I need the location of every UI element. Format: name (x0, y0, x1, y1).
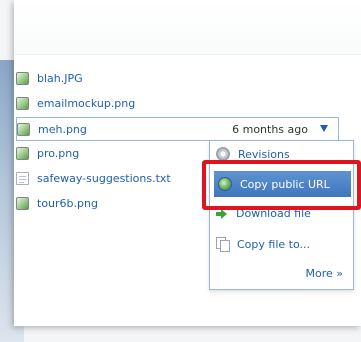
file-row-tour6b-png[interactable]: tour6b.png (16, 191, 171, 216)
menu-item-label: Download file (236, 207, 311, 220)
file-name: safeway-suggestions.txt (37, 172, 171, 185)
file-name: blah.JPG (37, 72, 83, 85)
image-file-icon (17, 122, 30, 136)
file-list: blah.JPG emailmockup.png pro.png safeway… (16, 66, 171, 216)
file-row-safeway-suggestions-txt[interactable]: safeway-suggestions.txt (16, 166, 171, 191)
download-arrow-icon (216, 208, 228, 220)
image-file-icon (16, 97, 29, 110)
menu-item-more[interactable]: More » (306, 267, 344, 280)
menu-item-copy-file-to[interactable]: Copy file to... (216, 237, 310, 252)
file-row-meh-png-selected[interactable]: meh.png 6 months ago (16, 117, 339, 141)
globe-icon (218, 177, 232, 191)
menu-item-label: Revisions (238, 147, 290, 161)
menu-item-revisions[interactable]: Revisions (216, 147, 290, 161)
file-name: pro.png (37, 147, 80, 160)
menu-item-download-file[interactable]: Download file (216, 207, 311, 220)
file-name: meh.png (38, 122, 87, 136)
image-file-icon (16, 147, 29, 160)
panel-header (14, 0, 361, 55)
menu-item-label: More » (305, 267, 344, 280)
file-name: emailmockup.png (37, 97, 136, 110)
file-actions-menu: Revisions Copy public URL Download file … (209, 140, 354, 290)
menu-item-label: Copy file to... (237, 237, 310, 251)
image-file-icon (16, 197, 29, 210)
revisions-icon (216, 147, 230, 161)
modified-time: 6 months ago (232, 122, 308, 136)
file-row-blah-jpg[interactable]: blah.JPG (16, 66, 171, 91)
file-name: tour6b.png (37, 197, 98, 210)
image-file-icon (16, 72, 29, 85)
dropdown-arrow-icon[interactable] (320, 125, 328, 132)
copy-files-icon (216, 237, 230, 252)
menu-item-label: Copy public URL (240, 177, 330, 191)
menu-item-copy-public-url[interactable]: Copy public URL (214, 171, 351, 197)
file-row-pro-png[interactable]: pro.png (16, 141, 171, 166)
text-file-icon (16, 172, 29, 185)
file-row-emailmockup-png[interactable]: emailmockup.png (16, 91, 171, 116)
